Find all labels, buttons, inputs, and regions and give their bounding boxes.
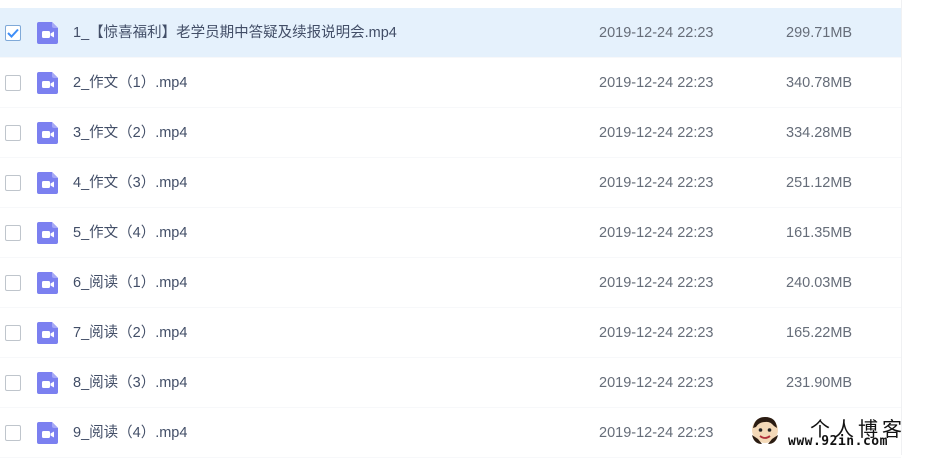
file-size: 251.12MB	[786, 175, 853, 191]
file-size: 340.78MB	[786, 75, 853, 91]
row-checkbox[interactable]	[5, 175, 21, 191]
file-date: 2019-12-24 22:23	[599, 125, 714, 141]
file-size: 334.28MB	[786, 125, 853, 141]
file-row[interactable]: 6_阅读（1）.mp4 2019-12-24 22:23 240.03MB	[0, 258, 901, 308]
file-date: 2019-12-24 22:23	[599, 75, 714, 91]
row-checkbox[interactable]	[5, 425, 21, 441]
file-row[interactable]: 1_【惊喜福利】老学员期中答疑及续报说明会.mp4 2019-12-24 22:…	[0, 8, 901, 58]
video-file-icon	[36, 171, 60, 195]
file-row[interactable]: 4_作文（3）.mp4 2019-12-24 22:23 251.12MB	[0, 158, 901, 208]
file-row[interactable]: 3_作文（2）.mp4 2019-12-24 22:23 334.28MB	[0, 108, 901, 158]
file-date: 2019-12-24 22:23	[599, 375, 714, 391]
row-checkbox[interactable]	[5, 375, 21, 391]
file-name[interactable]: 3_作文（2）.mp4	[73, 124, 187, 142]
list-right-border	[901, 0, 902, 455]
file-size: 299.71MB	[786, 25, 853, 41]
file-row[interactable]: 2_作文（1）.mp4 2019-12-24 22:23 340.78MB	[0, 58, 901, 108]
file-name[interactable]: 6_阅读（1）.mp4	[73, 274, 187, 292]
file-name[interactable]: 5_作文（4）.mp4	[73, 224, 187, 242]
video-file-icon	[36, 221, 60, 245]
video-file-icon	[36, 321, 60, 345]
file-name[interactable]: 8_阅读（3）.mp4	[73, 374, 187, 392]
row-checkbox[interactable]	[5, 25, 21, 41]
file-date: 2019-12-24 22:23	[599, 425, 714, 441]
file-row[interactable]: 8_阅读（3）.mp4 2019-12-24 22:23 231.90MB	[0, 358, 901, 408]
video-file-icon	[36, 421, 60, 445]
file-name[interactable]: 4_作文（3）.mp4	[73, 174, 187, 192]
file-date: 2019-12-24 22:23	[599, 275, 714, 291]
video-file-icon	[36, 371, 60, 395]
file-size: 231.90MB	[786, 375, 853, 391]
file-date: 2019-12-24 22:23	[599, 225, 714, 241]
row-checkbox[interactable]	[5, 275, 21, 291]
file-size: 165.22MB	[786, 325, 853, 341]
blog-watermark: 个人博客 www.92in.com	[748, 407, 938, 453]
row-checkbox[interactable]	[5, 325, 21, 341]
video-file-icon	[36, 71, 60, 95]
file-date: 2019-12-24 22:23	[599, 325, 714, 341]
file-row[interactable]: 7_阅读（2）.mp4 2019-12-24 22:23 165.22MB	[0, 308, 901, 358]
file-name[interactable]: 7_阅读（2）.mp4	[73, 324, 187, 342]
file-list: 1_【惊喜福利】老学员期中答疑及续报说明会.mp4 2019-12-24 22:…	[0, 8, 901, 458]
file-size: 240.03MB	[786, 275, 853, 291]
file-name[interactable]: 2_作文（1）.mp4	[73, 74, 187, 92]
file-size: 161.35MB	[786, 225, 853, 241]
file-name[interactable]: 9_阅读（4）.mp4	[73, 424, 187, 442]
file-row[interactable]: 5_作文（4）.mp4 2019-12-24 22:23 161.35MB	[0, 208, 901, 258]
video-file-icon	[36, 121, 60, 145]
video-file-icon	[36, 271, 60, 295]
avatar-icon	[752, 417, 778, 444]
file-date: 2019-12-24 22:23	[599, 25, 714, 41]
file-name[interactable]: 1_【惊喜福利】老学员期中答疑及续报说明会.mp4	[73, 24, 397, 42]
video-file-icon	[36, 21, 60, 45]
file-date: 2019-12-24 22:23	[599, 175, 714, 191]
row-checkbox[interactable]	[5, 75, 21, 91]
row-checkbox[interactable]	[5, 125, 21, 141]
watermark-url: www.92in.com	[788, 434, 888, 449]
row-checkbox[interactable]	[5, 225, 21, 241]
